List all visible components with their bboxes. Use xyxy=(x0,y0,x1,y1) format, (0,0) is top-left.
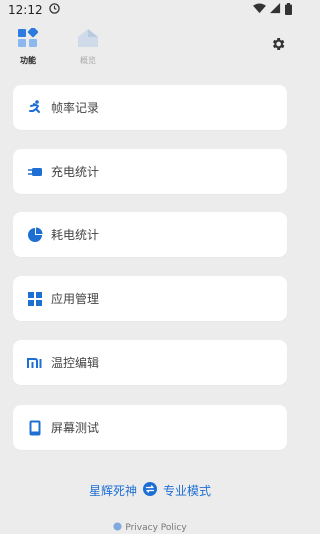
menu-item-label: 充电统计 xyxy=(51,165,100,179)
apps-grid-icon xyxy=(27,291,43,307)
menu-item-label: 耗电统计 xyxy=(51,228,100,242)
running-icon xyxy=(27,99,43,116)
settings-button[interactable] xyxy=(270,36,286,52)
tab-features[interactable]: 功能 xyxy=(8,26,48,65)
charger-icon xyxy=(27,164,43,180)
home-icon xyxy=(77,28,99,52)
menu-item-app-management[interactable]: 应用管理 xyxy=(13,276,287,321)
menu-item-power-stats[interactable]: 耗电统计 xyxy=(13,212,287,257)
swap-icon[interactable] xyxy=(143,482,157,499)
top-nav: 功能 概览 xyxy=(0,26,300,68)
menu-item-label: 帧率记录 xyxy=(51,101,100,115)
tab-features-label: 功能 xyxy=(20,56,36,65)
pie-chart-icon xyxy=(27,227,43,243)
privacy-policy-link[interactable]: Privacy Policy xyxy=(0,522,300,534)
status-time: 12:12 xyxy=(8,3,43,17)
clock-icon xyxy=(48,3,60,17)
wifi-icon xyxy=(253,3,266,17)
menu-item-label: 温控编辑 xyxy=(51,356,100,370)
tab-overview-label: 概览 xyxy=(80,56,96,65)
author-link[interactable]: 星辉死神 xyxy=(89,482,137,499)
battery-icon xyxy=(285,2,292,18)
menu-item-charging-stats[interactable]: 充电统计 xyxy=(13,149,287,194)
status-bar: 12:12 xyxy=(0,0,300,20)
menu-item-thermal-edit[interactable]: 温控编辑 xyxy=(13,340,287,385)
menu-item-screen-test[interactable]: 屏幕测试 xyxy=(13,405,287,450)
footer-links: 星辉死神 专业模式 xyxy=(0,482,300,499)
privacy-policy-label: Privacy Policy xyxy=(125,523,187,533)
menu-item-label: 应用管理 xyxy=(51,292,100,306)
pro-mode-link[interactable]: 专业模式 xyxy=(163,482,211,499)
mi-logo-icon xyxy=(27,355,43,371)
globe-icon xyxy=(113,522,122,534)
phone-screen-icon xyxy=(27,420,43,436)
tab-overview[interactable]: 概览 xyxy=(68,28,108,65)
menu-item-label: 屏幕测试 xyxy=(51,421,100,435)
gear-icon xyxy=(270,37,286,56)
features-grid-icon xyxy=(18,26,39,52)
menu-item-fps-record[interactable]: 帧率记录 xyxy=(13,85,287,130)
signal-icon xyxy=(270,3,281,17)
